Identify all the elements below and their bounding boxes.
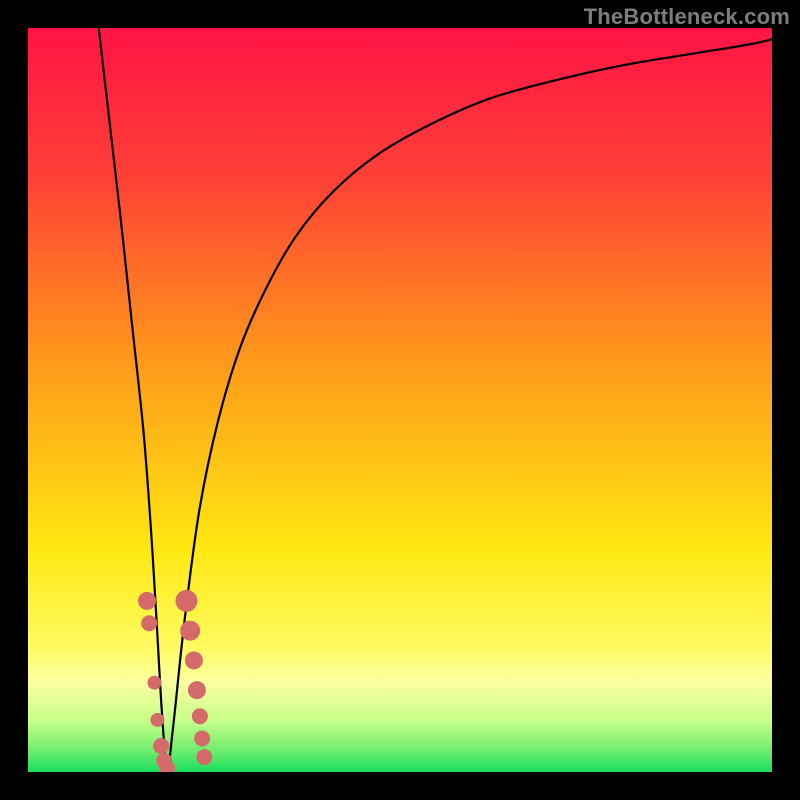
marker-point <box>141 615 157 631</box>
marker-point <box>138 592 156 610</box>
marker-point <box>150 713 164 727</box>
marker-point <box>194 731 210 747</box>
marker-point <box>188 681 206 699</box>
marker-point <box>153 738 169 754</box>
marker-point <box>185 651 203 669</box>
marker-point <box>192 708 208 724</box>
plot-area <box>28 28 772 772</box>
watermark-text: TheBottleneck.com <box>584 4 790 30</box>
plot-svg <box>28 28 772 772</box>
marker-point <box>180 621 200 641</box>
marker-point <box>147 676 161 690</box>
marker-point <box>196 749 212 765</box>
marker-point <box>175 590 197 612</box>
chart-frame: TheBottleneck.com <box>0 0 800 800</box>
